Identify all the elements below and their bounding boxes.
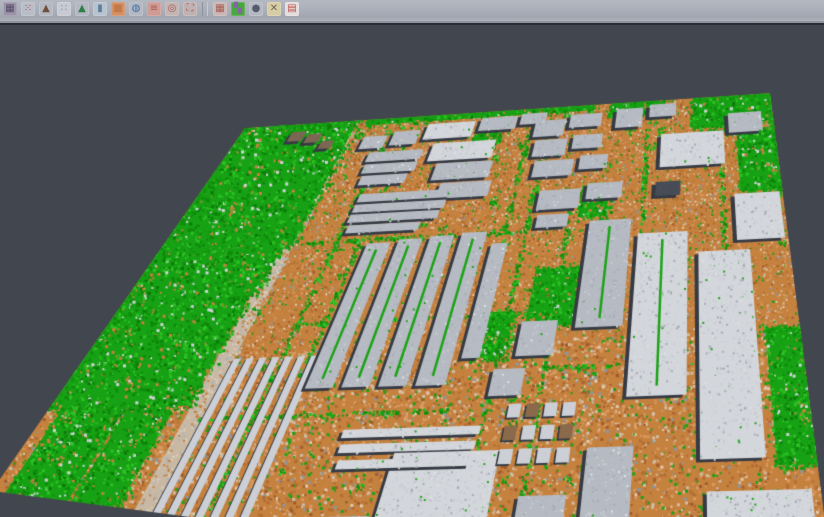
toolbar-separator [202,2,208,16]
sparse-points-icon[interactable]: ∷ [57,2,71,16]
point-classes-icon[interactable]: ⁙ [21,2,35,16]
grid-mask-icon[interactable]: ▦ [213,2,227,16]
class-table-icon[interactable]: ≡ [147,2,161,16]
flag-tool-icon[interactable]: ▤ [285,2,299,16]
clear-marks-icon[interactable]: ✕ [267,2,281,16]
dem-terrain-icon[interactable]: ▲ [39,2,53,16]
toolbar-icon-strip: ▦ ⁙ ▲ ∷ ▲ ▮ ■ ◍ ≡ ◎ ⛶ ▦ ▚ ● ✕ ▤ [0,0,299,16]
globe-icon[interactable]: ◍ [129,2,143,16]
vegetation-class-icon[interactable]: ▲ [75,2,89,16]
main-toolbar: ▦ ⁙ ▲ ∷ ▲ ▮ ■ ◍ ≡ ◎ ⛶ ▦ ▚ ● ✕ ▤ [0,0,824,23]
clip-box-icon[interactable]: ⛶ [183,2,197,16]
sphere-view-icon[interactable]: ● [249,2,263,16]
circle-select-icon[interactable]: ◎ [165,2,179,16]
ground-class-icon[interactable]: ■ [111,2,125,16]
open-cloud-icon[interactable]: ▦ [3,2,17,16]
application-window: ▦ ⁙ ▲ ∷ ▲ ▮ ■ ◍ ≡ ◎ ⛶ ▦ ▚ ● ✕ ▤ [0,0,824,517]
viewport-3d [0,25,824,517]
point-cloud-canvas[interactable] [0,25,824,517]
section-view-icon[interactable]: ▮ [93,2,107,16]
classification-colors-icon[interactable]: ▚ [231,2,245,16]
